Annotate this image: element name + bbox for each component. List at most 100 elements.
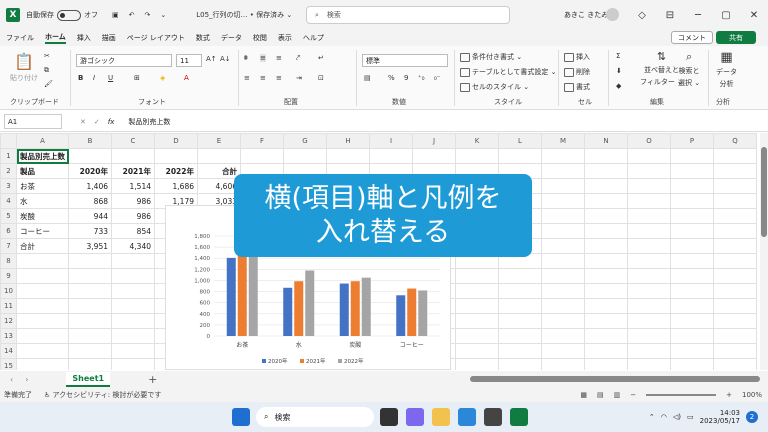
cell[interactable] [541, 298, 585, 314]
cell[interactable] [627, 328, 671, 344]
menu-help[interactable]: ヘルプ [303, 33, 324, 43]
cell[interactable] [670, 298, 714, 314]
paste-button[interactable]: 📋 貼り付け [10, 52, 38, 83]
battery-icon[interactable]: ▭ [687, 413, 694, 421]
zoom-out-icon[interactable]: − [630, 391, 636, 399]
cell[interactable] [584, 328, 628, 344]
file-name[interactable]: L05_行列の切… • 保存済み ⌄ [196, 10, 292, 20]
cell[interactable] [670, 328, 714, 344]
italic-icon[interactable]: I [93, 74, 95, 82]
cell[interactable] [68, 343, 112, 359]
cell[interactable] [670, 283, 714, 299]
cell[interactable] [713, 223, 757, 239]
sheet-tab-sheet1[interactable]: Sheet1 [66, 371, 111, 387]
cell[interactable] [670, 238, 714, 254]
cell[interactable] [670, 178, 714, 194]
taskbar-search[interactable]: ⌕ 検索 [256, 407, 374, 427]
cell[interactable] [670, 313, 714, 329]
cell[interactable] [713, 178, 757, 194]
cell[interactable] [498, 328, 542, 344]
row-header[interactable]: 14 [0, 343, 17, 359]
comment-button[interactable]: コメント [671, 31, 713, 44]
cell[interactable]: 炭酸 [16, 208, 69, 224]
row-header[interactable]: 2 [0, 163, 17, 179]
cell[interactable] [713, 208, 757, 224]
cell[interactable]: 合計 [16, 238, 69, 254]
analyze-data-button[interactable]: ▦ データ 分析 [716, 50, 737, 89]
row-header[interactable]: 6 [0, 223, 17, 239]
menu-view[interactable]: 表示 [278, 33, 292, 43]
bold-icon[interactable]: B [78, 74, 83, 82]
cell[interactable] [541, 283, 585, 299]
prev-sheet-icon[interactable]: ‹ [10, 375, 13, 384]
redo-icon[interactable]: ↷ [145, 11, 151, 19]
cell[interactable] [584, 268, 628, 284]
cell[interactable] [455, 148, 499, 164]
cell[interactable] [670, 208, 714, 224]
close-icon[interactable]: ✕ [740, 0, 768, 30]
row-header[interactable]: 7 [0, 238, 17, 254]
zoom-in-icon[interactable]: + [726, 391, 732, 399]
cell[interactable] [68, 268, 112, 284]
cell[interactable] [455, 358, 499, 370]
cell[interactable] [498, 148, 542, 164]
cell[interactable] [670, 268, 714, 284]
zoom-slider[interactable] [646, 393, 717, 396]
align-center-icon[interactable]: ≡ [260, 74, 266, 82]
cell[interactable] [713, 193, 757, 209]
clock[interactable]: 14:03 2023/05/17 [700, 409, 740, 425]
cell[interactable] [627, 283, 671, 299]
column-header[interactable]: B [68, 133, 112, 149]
menu-page-layout[interactable]: ページ レイアウト [127, 33, 185, 43]
cell[interactable]: 製品 [16, 163, 69, 179]
column-header[interactable]: A [16, 133, 69, 149]
cell[interactable] [627, 358, 671, 370]
cell[interactable] [627, 148, 671, 164]
cell[interactable] [111, 268, 155, 284]
cell[interactable]: 944 [68, 208, 112, 224]
row-header[interactable]: 1 [0, 148, 17, 164]
cell[interactable] [455, 328, 499, 344]
undo-icon[interactable]: ↶ [129, 11, 135, 19]
file-explorer-icon[interactable] [432, 408, 450, 426]
cell[interactable] [455, 283, 499, 299]
cell[interactable] [670, 163, 714, 179]
cell[interactable] [111, 148, 155, 164]
cell[interactable] [584, 223, 628, 239]
edge-icon[interactable] [458, 408, 476, 426]
cell[interactable] [584, 343, 628, 359]
add-sheet-icon[interactable]: + [148, 373, 157, 386]
wifi-icon[interactable]: ◠ [661, 413, 667, 421]
cell[interactable] [584, 178, 628, 194]
decrease-decimal-icon[interactable]: ₀⁻ [434, 74, 441, 82]
cell[interactable] [455, 343, 499, 359]
share-button[interactable]: 共有 [716, 31, 756, 44]
normal-view-icon[interactable]: ▦ [580, 391, 587, 399]
cell[interactable] [584, 283, 628, 299]
cell[interactable]: 1,514 [111, 178, 155, 194]
column-header[interactable]: L [498, 133, 542, 149]
cell[interactable] [541, 343, 585, 359]
column-header[interactable]: P [670, 133, 714, 149]
cell[interactable]: 水 [16, 193, 69, 209]
cell[interactable] [16, 253, 69, 269]
save-icon[interactable]: ▣ [112, 11, 119, 19]
cell[interactable] [16, 268, 69, 284]
number-format-select[interactable]: 標準 [362, 54, 448, 67]
notification-badge[interactable]: 2 [746, 411, 758, 423]
cell[interactable] [584, 148, 628, 164]
comma-icon[interactable]: 9 [404, 74, 408, 82]
page-break-icon[interactable]: ▥ [614, 391, 621, 399]
menu-review[interactable]: 校閲 [253, 33, 267, 43]
zoom-level[interactable]: 100% [742, 391, 762, 399]
copy-icon[interactable]: ⧉ [44, 66, 49, 75]
column-header[interactable]: C [111, 133, 155, 149]
percent-icon[interactable]: % [388, 74, 395, 82]
cell[interactable]: コーヒー [16, 223, 69, 239]
cell[interactable]: 986 [111, 193, 155, 209]
cell[interactable]: 製品別売上数 [16, 148, 69, 164]
cell[interactable]: 854 [111, 223, 155, 239]
cell[interactable] [111, 298, 155, 314]
align-bottom-icon[interactable]: ≡ [276, 54, 282, 62]
cell[interactable] [713, 163, 757, 179]
